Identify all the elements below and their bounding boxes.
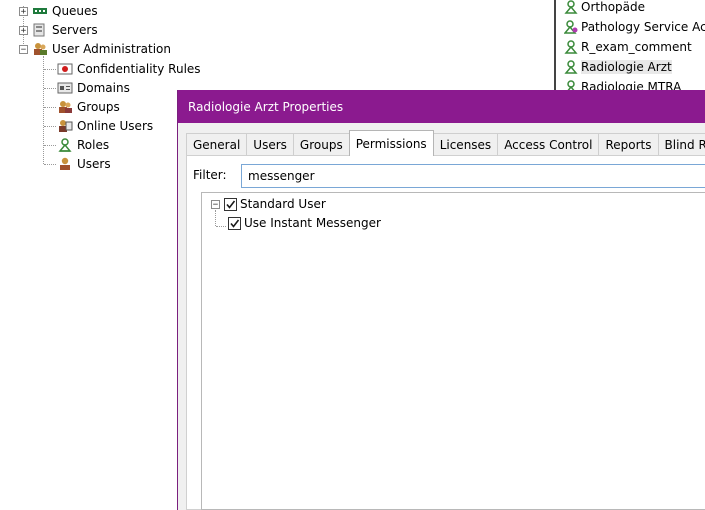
collapse-icon[interactable]: − bbox=[19, 44, 28, 54]
user-admin-icon bbox=[32, 42, 48, 56]
tree-line bbox=[43, 56, 44, 164]
user-icon bbox=[57, 157, 73, 171]
collapse-icon[interactable]: − bbox=[211, 199, 220, 209]
server-icon bbox=[32, 23, 48, 37]
checkbox-use-instant-messenger[interactable] bbox=[228, 216, 241, 230]
tab-general[interactable]: General bbox=[186, 133, 248, 156]
tree-node-confidentiality-rules[interactable]: Confidentiality Rules bbox=[57, 60, 201, 78]
tree-label: Queues bbox=[52, 4, 98, 18]
tab-users[interactable]: Users bbox=[246, 133, 294, 156]
tree-node-domains[interactable]: Domains bbox=[57, 79, 130, 97]
role-icon bbox=[57, 138, 73, 152]
online-users-icon bbox=[57, 119, 73, 133]
tree-label: Servers bbox=[52, 23, 98, 37]
tree-line bbox=[44, 126, 56, 127]
tab-blind-reading[interactable]: Blind Readi bbox=[657, 133, 705, 156]
checkbox-standard-user[interactable] bbox=[224, 197, 237, 211]
role-item[interactable]: R_exam_comment bbox=[564, 37, 692, 57]
groups-icon bbox=[57, 100, 73, 114]
perm-label: Use Instant Messenger bbox=[244, 216, 381, 230]
role-label: Pathology Service Acc bbox=[581, 20, 705, 34]
tree-node-roles[interactable]: Roles bbox=[57, 136, 109, 154]
role-label: Orthopäde bbox=[581, 0, 646, 14]
tree-label: Groups bbox=[77, 100, 120, 114]
tree-node-users[interactable]: Users bbox=[57, 155, 111, 173]
tree-node-groups[interactable]: Groups bbox=[57, 98, 120, 116]
tree-node-servers[interactable]: + Servers bbox=[19, 21, 98, 39]
role-icon bbox=[564, 60, 578, 74]
tab-strip: General Users Groups Permissions License… bbox=[186, 130, 705, 156]
tab-reports[interactable]: Reports bbox=[598, 133, 659, 156]
role-item[interactable]: Pathology Service Acc bbox=[563, 17, 705, 37]
filter-input[interactable] bbox=[241, 164, 705, 188]
perm-node-use-instant-messenger[interactable]: Use Instant Messenger bbox=[228, 214, 381, 232]
tree-line bbox=[44, 88, 56, 89]
roles-list: Orthopäde Pathology Service Acc R_exam_c… bbox=[554, 0, 705, 92]
tree-line bbox=[44, 107, 56, 108]
tree-node-user-administration[interactable]: − User Administration bbox=[19, 40, 171, 58]
tree-node-online-users[interactable]: Online Users bbox=[57, 117, 153, 135]
tree-label: User Administration bbox=[52, 42, 171, 56]
role-label: Radiologie Arzt bbox=[581, 60, 672, 74]
permission-tree: − Standard User Use Instant Messenger bbox=[201, 192, 705, 510]
domains-icon bbox=[57, 81, 73, 95]
expand-icon[interactable]: + bbox=[19, 25, 28, 35]
tree-label: Confidentiality Rules bbox=[77, 62, 201, 76]
role-icon bbox=[564, 40, 578, 54]
expand-icon[interactable]: + bbox=[19, 6, 28, 16]
dialog-title: Radiologie Arzt Properties bbox=[188, 99, 344, 114]
perm-node-standard-user[interactable]: − Standard User bbox=[211, 195, 326, 213]
tree-line bbox=[44, 145, 56, 146]
tree-label: Users bbox=[77, 157, 111, 171]
tab-licenses[interactable]: Licenses bbox=[432, 133, 499, 156]
dialog-titlebar[interactable]: Radiologie Arzt Properties bbox=[178, 90, 705, 123]
tree-line bbox=[44, 164, 56, 165]
tree-line bbox=[216, 226, 226, 227]
properties-dialog: Radiologie Arzt Properties General Users… bbox=[177, 90, 705, 510]
tab-access-control[interactable]: Access Control bbox=[497, 133, 600, 156]
role-item[interactable]: Orthopäde bbox=[564, 0, 645, 17]
tree-label: Domains bbox=[77, 81, 130, 95]
tree-node-queues[interactable]: + Queues bbox=[19, 2, 98, 20]
role-icon bbox=[564, 0, 578, 14]
filter-label: Filter: bbox=[193, 168, 227, 182]
service-role-icon bbox=[563, 20, 578, 34]
perm-label: Standard User bbox=[240, 197, 326, 211]
tab-groups[interactable]: Groups bbox=[292, 133, 350, 156]
confidentiality-icon bbox=[57, 62, 73, 76]
tab-permissions[interactable]: Permissions bbox=[348, 130, 434, 156]
tree-line bbox=[44, 69, 56, 70]
tree-label: Roles bbox=[77, 138, 110, 152]
role-item-selected[interactable]: Radiologie Arzt bbox=[564, 57, 672, 77]
tree-label: Online Users bbox=[77, 119, 154, 133]
role-label: R_exam_comment bbox=[581, 40, 692, 54]
queues-icon bbox=[32, 4, 48, 18]
